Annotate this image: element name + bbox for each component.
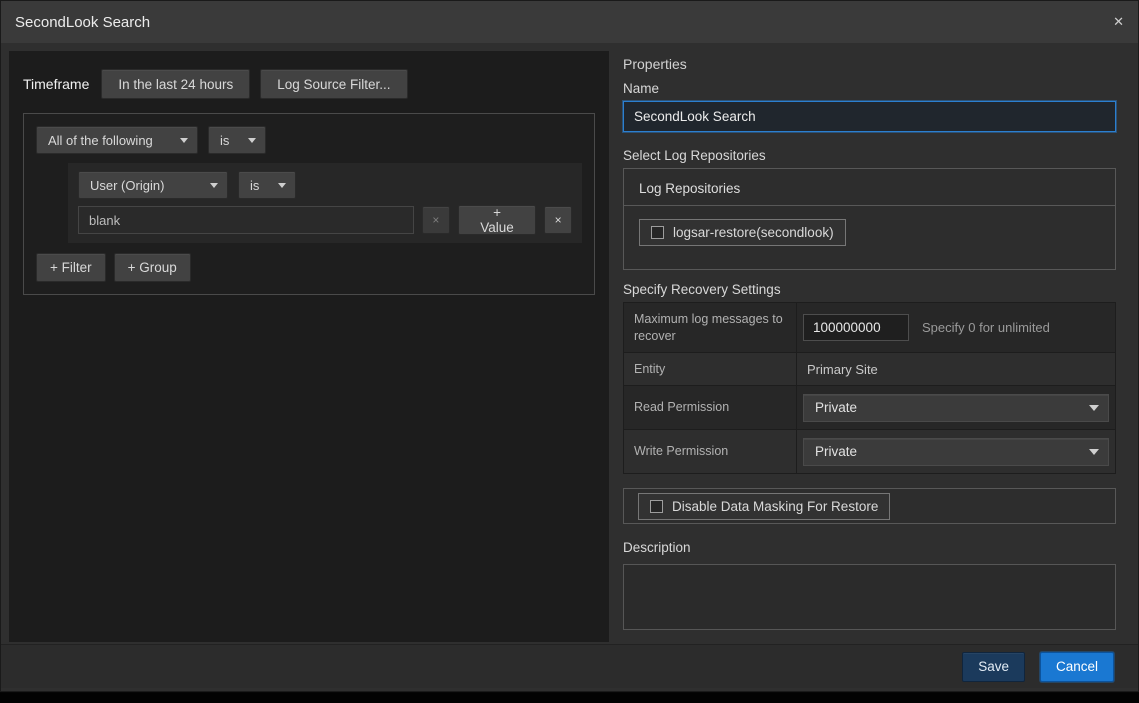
add-value-button[interactable]: + Value <box>458 205 537 235</box>
write-permission-value: Private <box>815 444 857 459</box>
filter-item: User (Origin) is × + Value × <box>68 163 582 243</box>
name-input[interactable] <box>623 101 1116 132</box>
properties-heading: Properties <box>623 56 1116 72</box>
write-permission-label: Write Permission <box>624 430 797 473</box>
cancel-button[interactable]: Cancel <box>1040 652 1114 682</box>
field-label: User (Origin) <box>90 178 164 193</box>
select-log-repositories-label: Select Log Repositories <box>623 148 1116 163</box>
recovery-settings-table: Maximum log messages to recover Specify … <box>623 302 1116 474</box>
settings-row-max-messages: Maximum log messages to recover Specify … <box>624 303 1115 353</box>
data-masking-box: Disable Data Masking For Restore <box>623 488 1116 524</box>
remove-value-button[interactable]: × <box>422 206 450 234</box>
disable-masking-checkbox-item[interactable]: Disable Data Masking For Restore <box>638 493 890 520</box>
settings-row-write-permission: Write Permission Private <box>624 430 1115 474</box>
read-permission-dropdown[interactable]: Private <box>803 394 1109 422</box>
filter-field-row: User (Origin) is <box>78 171 572 199</box>
dialog-title: SecondLook Search <box>15 14 150 31</box>
read-permission-value: Private <box>815 400 857 415</box>
max-messages-hint: Specify 0 for unlimited <box>922 320 1050 335</box>
max-messages-label: Maximum log messages to recover <box>624 303 797 352</box>
divider <box>624 205 1115 206</box>
group-operator-label: All of the following <box>48 133 153 148</box>
name-label: Name <box>623 81 1116 96</box>
chevron-down-icon <box>1089 405 1099 411</box>
checkbox-icon[interactable] <box>651 226 664 239</box>
checkbox-icon[interactable] <box>650 500 663 513</box>
read-permission-value-cell: Private <box>797 386 1115 429</box>
description-label: Description <box>623 540 1116 555</box>
log-repositories-box: Log Repositories logsar-restore(secondlo… <box>623 168 1116 270</box>
entity-label: Entity <box>624 353 797 385</box>
entity-value: Primary Site <box>803 362 878 377</box>
query-builder-panel: Timeframe In the last 24 hours Log Sourc… <box>9 51 609 642</box>
chevron-down-icon <box>210 183 218 188</box>
secondlook-search-dialog: SecondLook Search ✕ Timeframe In the las… <box>0 0 1139 692</box>
field-dropdown[interactable]: User (Origin) <box>78 171 228 199</box>
settings-row-read-permission: Read Permission Private <box>624 386 1115 430</box>
dialog-titlebar: SecondLook Search ✕ <box>1 1 1138 43</box>
chevron-down-icon <box>1089 449 1099 455</box>
recovery-settings-label: Specify Recovery Settings <box>623 282 1116 297</box>
repository-checkbox-label: logsar-restore(secondlook) <box>673 225 834 240</box>
group-operator-row: All of the following is <box>36 126 582 154</box>
add-filter-button[interactable]: + Filter <box>36 253 106 282</box>
desktop-strip <box>0 693 1139 703</box>
group-operator-dropdown[interactable]: All of the following <box>36 126 198 154</box>
log-source-filter-button[interactable]: Log Source Filter... <box>260 69 407 99</box>
filter-builder-box: All of the following is User (Origin) <box>23 113 595 295</box>
write-permission-dropdown[interactable]: Private <box>803 438 1109 466</box>
group-condition-dropdown[interactable]: is <box>208 126 266 154</box>
timeframe-row: Timeframe In the last 24 hours Log Sourc… <box>9 51 609 99</box>
disable-masking-label: Disable Data Masking For Restore <box>672 499 878 514</box>
remove-filter-button[interactable]: × <box>544 206 572 234</box>
screen: SecondLook Search ✕ Timeframe In the las… <box>0 0 1139 703</box>
read-permission-label: Read Permission <box>624 386 797 429</box>
log-repositories-title: Log Repositories <box>624 169 1115 205</box>
dialog-footer: Save Cancel <box>1 644 1138 688</box>
add-group-button[interactable]: + Group <box>114 253 191 282</box>
timeframe-button[interactable]: In the last 24 hours <box>101 69 250 99</box>
write-permission-value-cell: Private <box>797 430 1115 473</box>
properties-panel: Properties Name Select Log Repositories … <box>623 51 1116 642</box>
chevron-down-icon <box>248 138 256 143</box>
filter-actions-row: + Filter + Group <box>36 253 582 282</box>
repository-checkbox-item[interactable]: logsar-restore(secondlook) <box>639 219 846 246</box>
entity-value-cell: Primary Site <box>797 353 1115 385</box>
settings-row-entity: Entity Primary Site <box>624 353 1115 386</box>
field-condition-dropdown[interactable]: is <box>238 171 296 199</box>
filter-value-row: × + Value × <box>78 205 572 235</box>
description-textarea[interactable] <box>623 564 1116 630</box>
field-condition-label: is <box>250 178 259 193</box>
close-icon[interactable]: ✕ <box>1113 14 1124 30</box>
save-button[interactable]: Save <box>962 652 1025 682</box>
filter-value-input[interactable] <box>78 206 414 234</box>
chevron-down-icon <box>278 183 286 188</box>
timeframe-label: Timeframe <box>23 76 89 92</box>
chevron-down-icon <box>180 138 188 143</box>
max-messages-input[interactable] <box>803 314 909 341</box>
max-messages-value-cell: Specify 0 for unlimited <box>797 303 1115 352</box>
group-condition-label: is <box>220 133 229 148</box>
